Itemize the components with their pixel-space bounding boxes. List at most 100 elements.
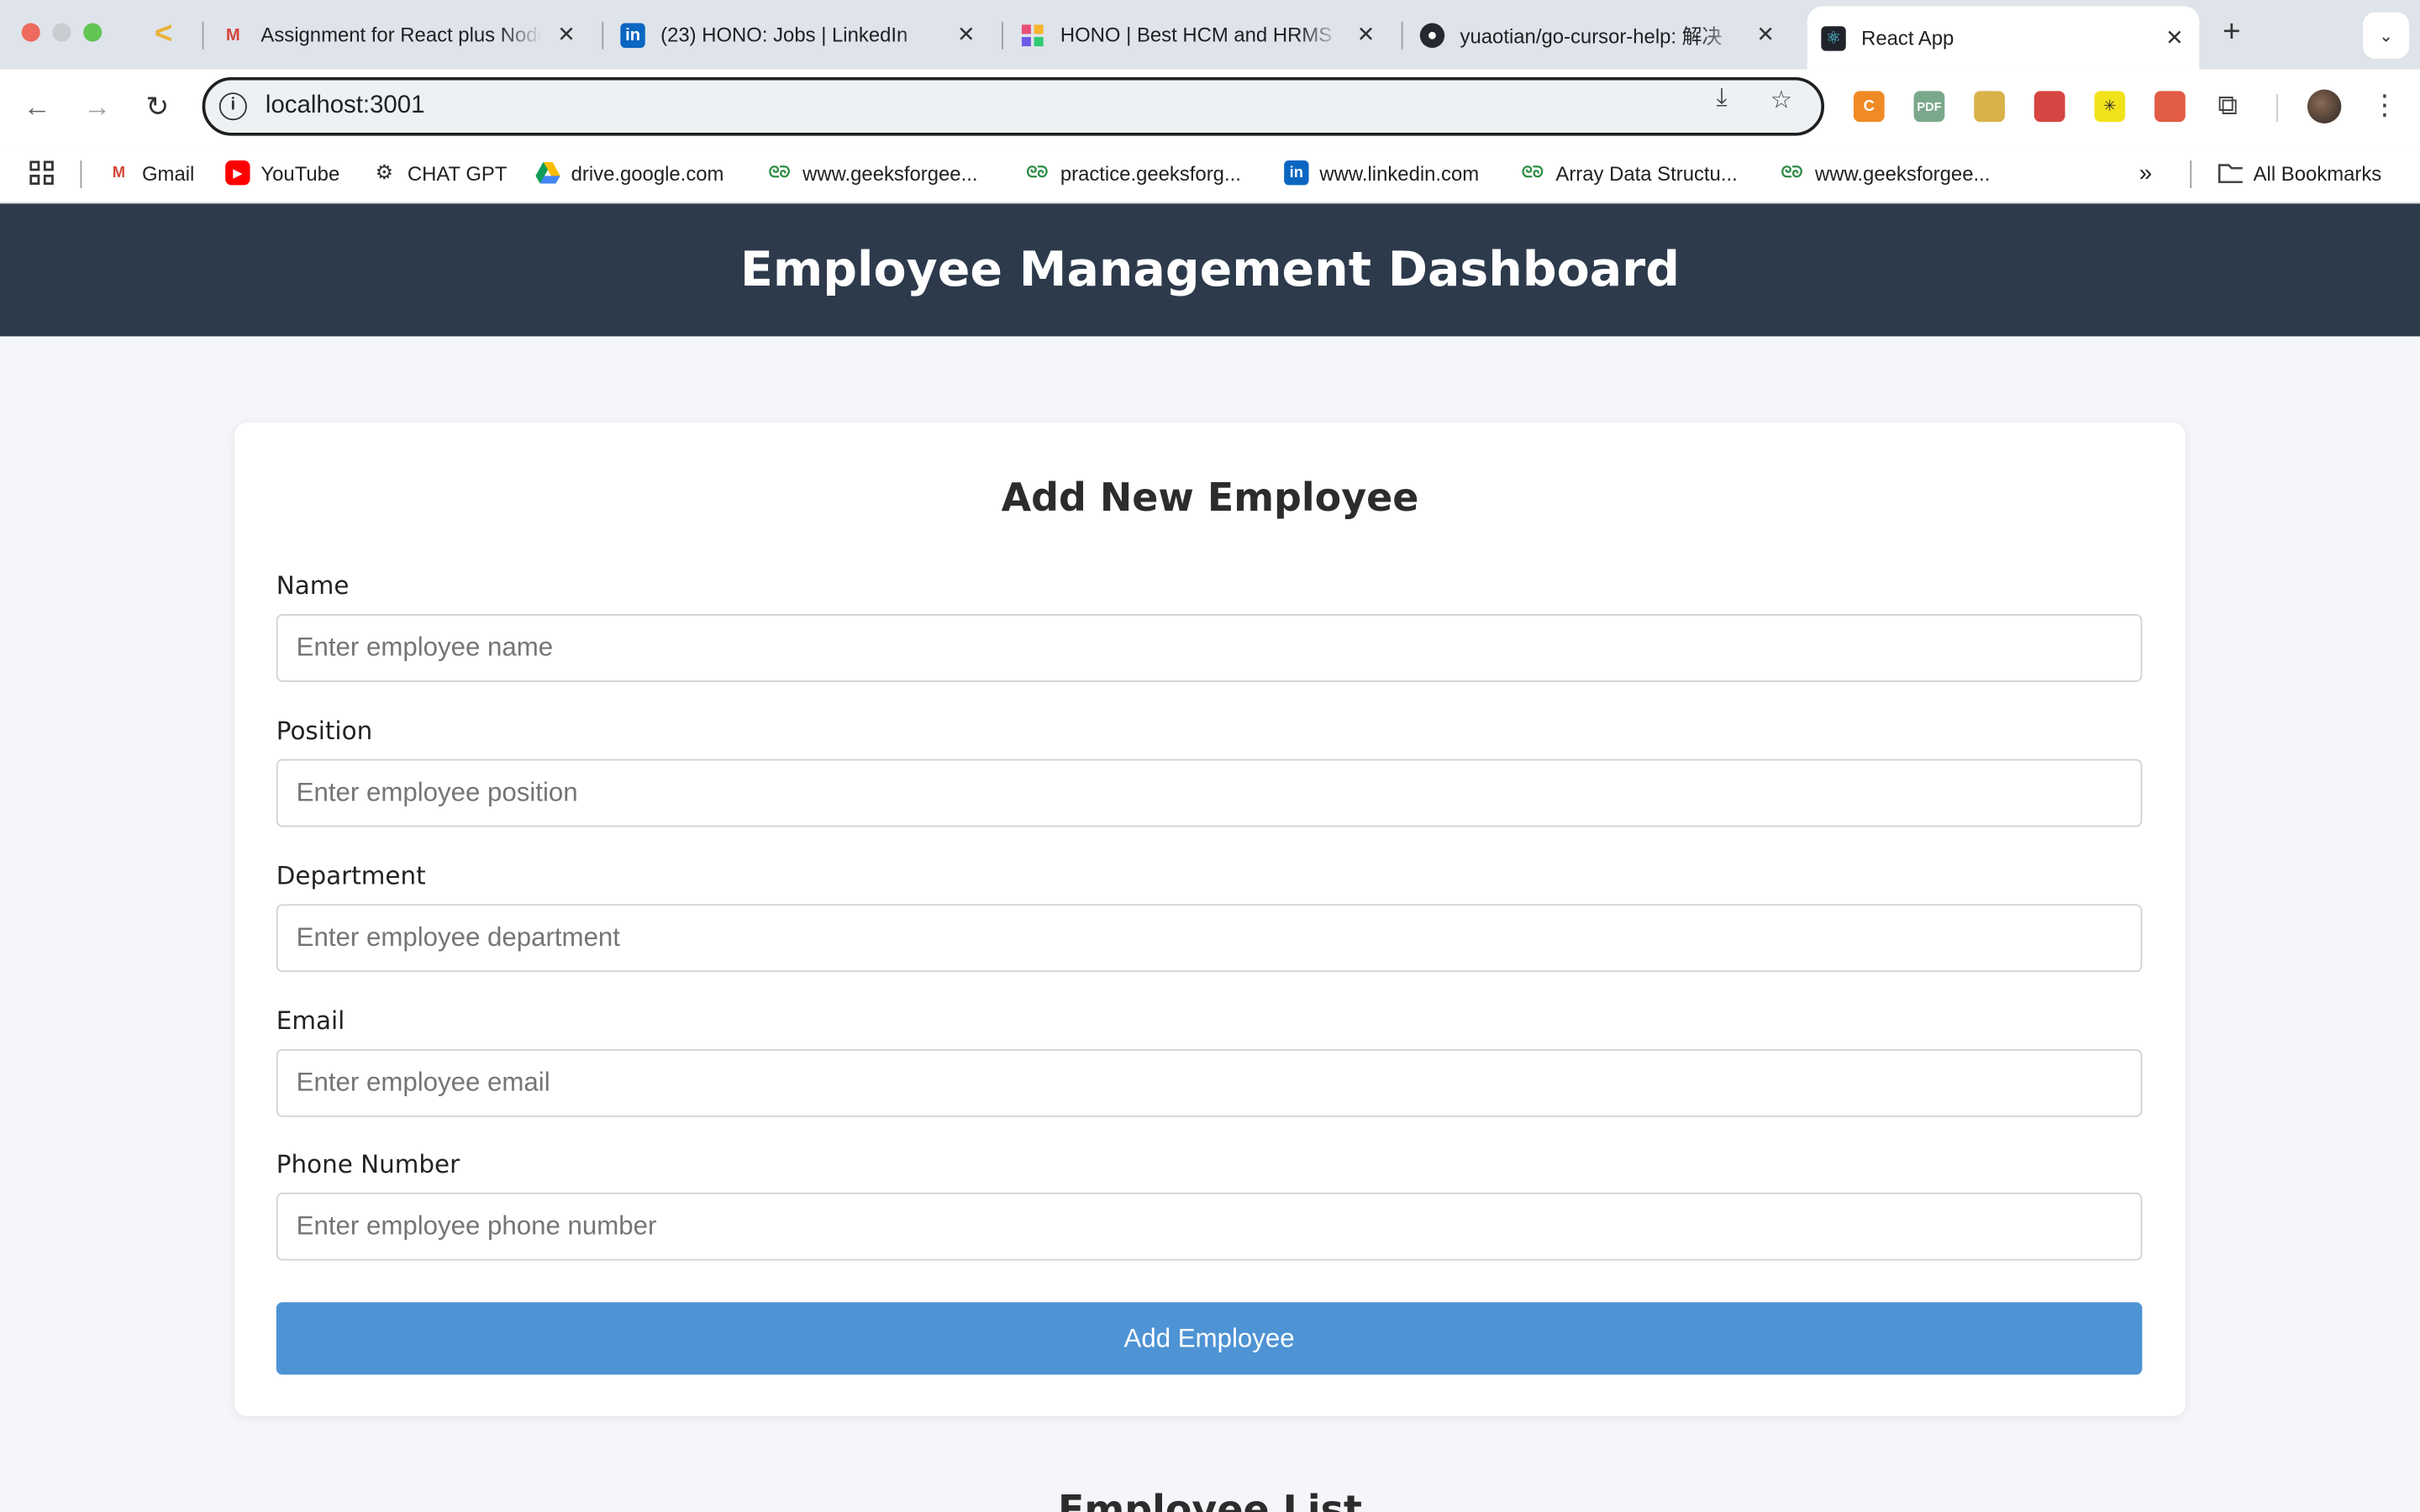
bookmark-label: practice.geeksforg... bbox=[1060, 160, 1241, 185]
red-extension-icon[interactable] bbox=[2033, 91, 2065, 123]
address-url[interactable]: localhost:3001 bbox=[266, 92, 425, 120]
gfg-icon: ᘓᘐ bbox=[768, 164, 791, 181]
bookmark-label: Gmail bbox=[141, 160, 195, 185]
browser-window: < M Assignment for React plus Node ✕ in … bbox=[0, 0, 2420, 1512]
tab-assignment[interactable]: M Assignment for React plus Node ✕ bbox=[221, 11, 592, 59]
add-employee-card: Add New Employee Name Position Departmen… bbox=[234, 423, 2186, 1417]
name-label: Name bbox=[276, 570, 350, 601]
maximize-window-button[interactable] bbox=[83, 23, 103, 42]
phone-label: Phone Number bbox=[276, 1149, 460, 1179]
phone-input[interactable] bbox=[276, 1192, 2143, 1261]
tab-divider bbox=[1401, 21, 1403, 50]
apps-grid-icon[interactable] bbox=[29, 160, 54, 185]
pdf-extension-icon[interactable]: PDF bbox=[1913, 91, 1945, 123]
bookmark-geeksforgeeks-2[interactable]: ᘓᘐ www.geeksforgee... bbox=[1780, 160, 1991, 185]
gfg-icon: ᘓᘐ bbox=[1781, 164, 1803, 181]
tab-divider bbox=[202, 21, 204, 50]
record-extension-icon[interactable] bbox=[2154, 91, 2186, 123]
tab-react-app[interactable]: ⚛ React App ✕ bbox=[1807, 6, 2200, 70]
gfg-icon: ᘓᘐ bbox=[1026, 164, 1049, 181]
c-extension-icon[interactable]: C bbox=[1853, 91, 1885, 123]
person-extension-icon[interactable] bbox=[1974, 91, 2005, 123]
folder-icon bbox=[2217, 160, 2243, 185]
department-input[interactable] bbox=[276, 904, 2143, 973]
install-app-icon[interactable]: ⤓ bbox=[1716, 85, 1727, 113]
all-bookmarks-folder[interactable]: All Bookmarks bbox=[2217, 160, 2381, 185]
tab-title: React App bbox=[1861, 26, 1954, 50]
tab-title: yuaotian/go-cursor-help: 解决 bbox=[1460, 24, 1723, 48]
bookmark-chatgpt[interactable]: ⚙ CHAT GPT bbox=[372, 160, 508, 185]
page-title: Employee Management Dashboard bbox=[740, 242, 1680, 298]
site-info-icon[interactable]: i bbox=[218, 92, 247, 121]
close-tab-icon[interactable]: ✕ bbox=[1354, 22, 1378, 48]
employee-list-heading: Employee List bbox=[1058, 1487, 1362, 1512]
drive-icon bbox=[535, 160, 560, 185]
bookmark-divider bbox=[80, 160, 82, 189]
bookmark-linkedin[interactable]: in www.linkedin.com bbox=[1284, 160, 1479, 186]
close-tab-icon[interactable]: ✕ bbox=[1754, 22, 1778, 48]
bookmark-label: Array Data Structu... bbox=[1555, 160, 1738, 185]
bookmark-gmail[interactable]: M Gmail bbox=[107, 160, 195, 185]
bookmark-practice-gfg[interactable]: ᘓᘐ practice.geeksforg... bbox=[1025, 160, 1241, 185]
tab-linkedin[interactable]: in (23) HONO: Jobs | LinkedIn ✕ bbox=[620, 11, 991, 59]
profile-avatar[interactable] bbox=[2307, 89, 2342, 123]
openai-icon: ⚙ bbox=[375, 160, 394, 184]
react-icon: ⚛ bbox=[1821, 25, 1846, 50]
all-bookmarks-label: All Bookmarks bbox=[2253, 160, 2382, 185]
close-tab-icon[interactable]: ✕ bbox=[2162, 24, 2186, 50]
bookmark-label: www.geeksforgee... bbox=[1815, 160, 1991, 185]
tab-strip: < M Assignment for React plus Node ✕ in … bbox=[0, 0, 2420, 70]
youtube-icon: ▶ bbox=[225, 160, 250, 186]
name-input[interactable] bbox=[276, 614, 2143, 682]
bookmark-geeksforgeeks[interactable]: ᘓᘐ www.geeksforgee... bbox=[767, 160, 978, 185]
new-tab-button[interactable]: + bbox=[2217, 15, 2248, 50]
gmail-icon: M bbox=[225, 25, 240, 45]
tab-search-icon[interactable]: < bbox=[146, 17, 180, 50]
bookmark-drive[interactable]: drive.google.com bbox=[535, 160, 723, 185]
bookmark-label: YouTube bbox=[260, 160, 340, 185]
gfg-icon: ᘓᘐ bbox=[1521, 164, 1544, 181]
browser-toolbar: ← → ↻ i localhost:3001 ⤓ ☆ C PDF ✳ ⧉ ⋮ bbox=[0, 69, 2420, 145]
window-controls bbox=[21, 23, 103, 42]
tab-divider bbox=[602, 21, 604, 50]
github-icon: ● bbox=[1419, 22, 1445, 48]
close-window-button[interactable] bbox=[21, 23, 40, 42]
close-tab-icon[interactable]: ✕ bbox=[554, 22, 578, 48]
app-header: Employee Management Dashboard bbox=[0, 203, 2420, 337]
hono-icon bbox=[1020, 23, 1044, 47]
department-label: Department bbox=[276, 860, 426, 890]
email-input[interactable] bbox=[276, 1048, 2143, 1117]
bookmarks-bar: M Gmail ▶ YouTube ⚙ CHAT GPT drive.googl… bbox=[0, 144, 2420, 204]
minimize-window-button[interactable] bbox=[52, 23, 71, 42]
back-icon[interactable]: ← bbox=[18, 88, 55, 125]
tab-hono[interactable]: HONO | Best HCM and HRMS ✕ bbox=[1020, 11, 1391, 59]
email-label: Email bbox=[276, 1005, 345, 1036]
tab-divider bbox=[1002, 21, 1003, 50]
address-bar[interactable]: i localhost:3001 bbox=[202, 76, 1825, 136]
bookmark-youtube[interactable]: ▶ YouTube bbox=[225, 160, 340, 186]
tab-github[interactable]: ● yuaotian/go-cursor-help: 解决 ✕ bbox=[1419, 11, 1791, 59]
gmail-icon: M bbox=[112, 164, 126, 181]
form-title: Add New Employee bbox=[1001, 475, 1419, 520]
linkedin-icon: in bbox=[620, 22, 645, 48]
bookmark-star-icon[interactable]: ☆ bbox=[1770, 85, 1792, 116]
more-bookmarks-chevron-icon[interactable]: » bbox=[2139, 160, 2152, 186]
tab-title: Assignment for React plus Node bbox=[260, 23, 542, 47]
add-employee-button[interactable]: Add Employee bbox=[276, 1302, 2143, 1375]
close-tab-icon[interactable]: ✕ bbox=[954, 22, 978, 48]
bookmark-label: drive.google.com bbox=[571, 160, 724, 185]
bookmark-label: www.geeksforgee... bbox=[802, 160, 978, 185]
tab-title: (23) HONO: Jobs | LinkedIn bbox=[660, 23, 908, 47]
bookmark-array-ds[interactable]: ᘓᘐ Array Data Structu... bbox=[1520, 160, 1738, 185]
tab-title: HONO | Best HCM and HRMS bbox=[1060, 23, 1333, 47]
extensions-puzzle-icon[interactable]: ⧉ bbox=[2217, 90, 2238, 123]
position-label: Position bbox=[276, 716, 373, 746]
yellow-extension-icon[interactable]: ✳ bbox=[2094, 91, 2126, 123]
more-menu-icon[interactable]: ⋮ bbox=[2370, 88, 2398, 122]
tab-list-chevron-icon[interactable]: ⌄ bbox=[2363, 12, 2410, 59]
bookmark-divider bbox=[2190, 160, 2192, 189]
position-input[interactable] bbox=[276, 759, 2143, 827]
forward-icon[interactable]: → bbox=[79, 88, 116, 125]
toolbar-divider bbox=[2276, 94, 2279, 123]
reload-icon[interactable]: ↻ bbox=[139, 88, 176, 125]
